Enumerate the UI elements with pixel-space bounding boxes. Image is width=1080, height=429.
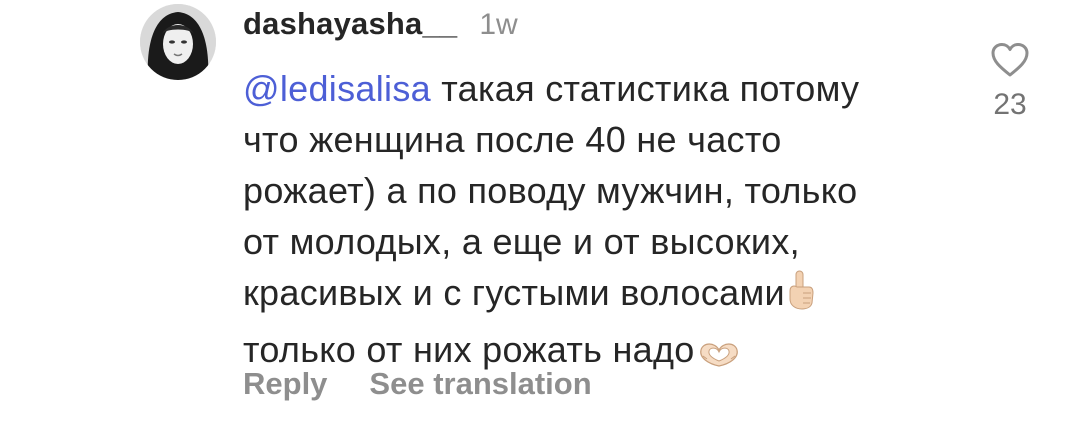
comment-line-2: что женщина после 40 не часто — [243, 119, 782, 160]
like-control: 23 — [985, 42, 1035, 122]
profile-photo-icon — [140, 4, 216, 80]
mention-link[interactable]: @ledisalisa — [243, 68, 431, 109]
comment-line-1-text: такая статистика потому — [430, 68, 860, 109]
timestamp: 1w — [479, 8, 518, 41]
comment-line-1: @ledisalisa такая статистика потому — [243, 63, 963, 114]
mention-username: ledisalisa — [279, 68, 431, 109]
comment-item: dashayasha__ 1w @ledisalisa такая статис… — [0, 0, 1080, 429]
username[interactable]: dashayasha__ — [243, 6, 457, 42]
like-count: 23 — [993, 88, 1027, 121]
heart-outline-icon[interactable] — [990, 42, 1030, 78]
comment-text: @ledisalisa такая статистика потому что … — [243, 63, 963, 381]
comment-line-3: рожает) а по поводу мужчин, только — [243, 170, 858, 211]
heart-hands-icon — [695, 330, 743, 381]
see-translation-button[interactable]: See translation — [369, 366, 591, 402]
pointing-up-hand-icon — [785, 269, 815, 324]
comment-header: dashayasha__ 1w — [243, 6, 518, 50]
comment-line-5: красивых и с густыми волосами — [243, 267, 963, 324]
mention-prefix: @ — [243, 68, 280, 109]
comment-line-5-text: красивых и с густыми волосами — [243, 272, 785, 313]
comment-actions: Reply See translation — [243, 364, 592, 404]
comment-line-4: от молодых, а еще и от высоких, — [243, 221, 800, 262]
avatar[interactable] — [140, 4, 216, 80]
reply-button[interactable]: Reply — [243, 366, 327, 402]
